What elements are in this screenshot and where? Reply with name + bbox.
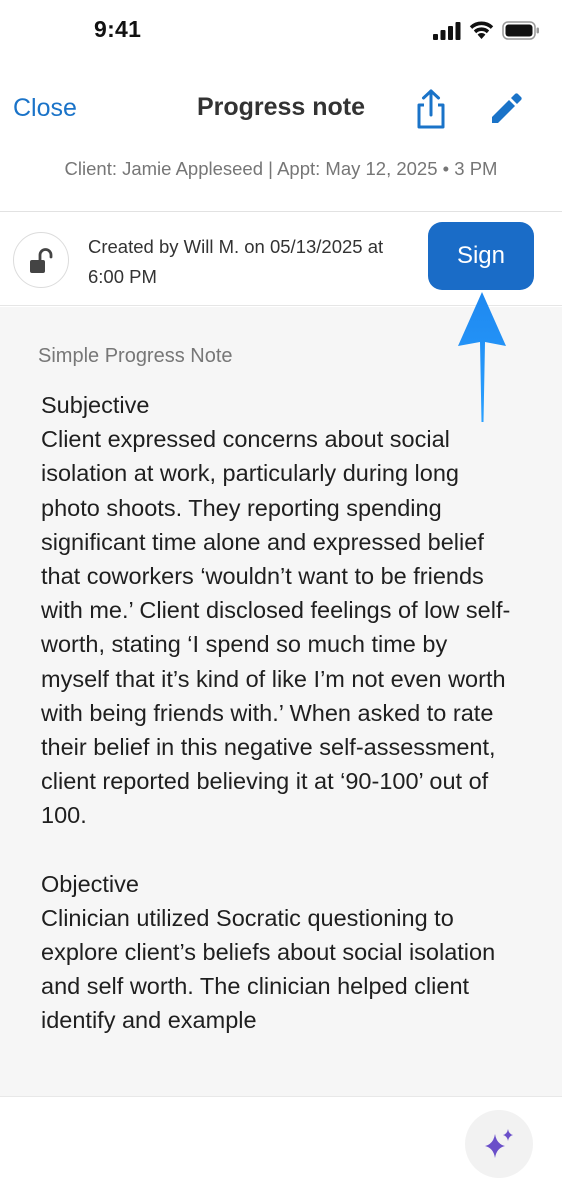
ai-assist-button[interactable] bbox=[465, 1110, 533, 1178]
note-content[interactable]: Simple Progress Note Subjective Client e… bbox=[0, 307, 562, 1096]
wifi-icon bbox=[469, 21, 494, 39]
status-icons bbox=[433, 21, 540, 40]
share-button[interactable] bbox=[412, 88, 450, 130]
status-time: 9:41 bbox=[94, 16, 142, 42]
section-heading-subjective: Subjective bbox=[41, 392, 150, 418]
created-by-text: Created by Will M. on 05/13/2025 at 6:00… bbox=[88, 236, 384, 287]
note-template-name: Simple Progress Note bbox=[38, 345, 233, 367]
pencil-icon bbox=[492, 93, 522, 123]
section-text-subjective: Client expressed concerns about social i… bbox=[41, 426, 511, 829]
note-body: Subjective Client expressed concerns abo… bbox=[41, 388, 519, 1038]
page-title: Progress note bbox=[196, 93, 366, 121]
share-icon bbox=[417, 89, 445, 129]
sparkles-icon bbox=[485, 1129, 513, 1158]
cellular-signal-icon bbox=[433, 21, 461, 40]
section-text-objective: Clinician utilized Socratic questioning … bbox=[41, 904, 496, 1034]
section-heading-objective: Objective bbox=[41, 870, 139, 897]
signature-bar: Created by Will M. on 05/13/2025 at 6:00… bbox=[0, 212, 562, 306]
battery-icon bbox=[502, 21, 539, 40]
sign-button[interactable]: Sign bbox=[428, 222, 534, 290]
unlocked-padlock-icon bbox=[30, 248, 53, 273]
bottom-bar bbox=[0, 1096, 562, 1184]
lock-button[interactable] bbox=[13, 232, 69, 288]
edit-button[interactable] bbox=[487, 90, 525, 128]
status-bar: 9:41 bbox=[0, 0, 562, 62]
nav-bar: Close Progress note bbox=[0, 62, 562, 156]
client-appointment-info: Client: Jamie Appleseed | Appt: May 12, … bbox=[64, 158, 498, 179]
